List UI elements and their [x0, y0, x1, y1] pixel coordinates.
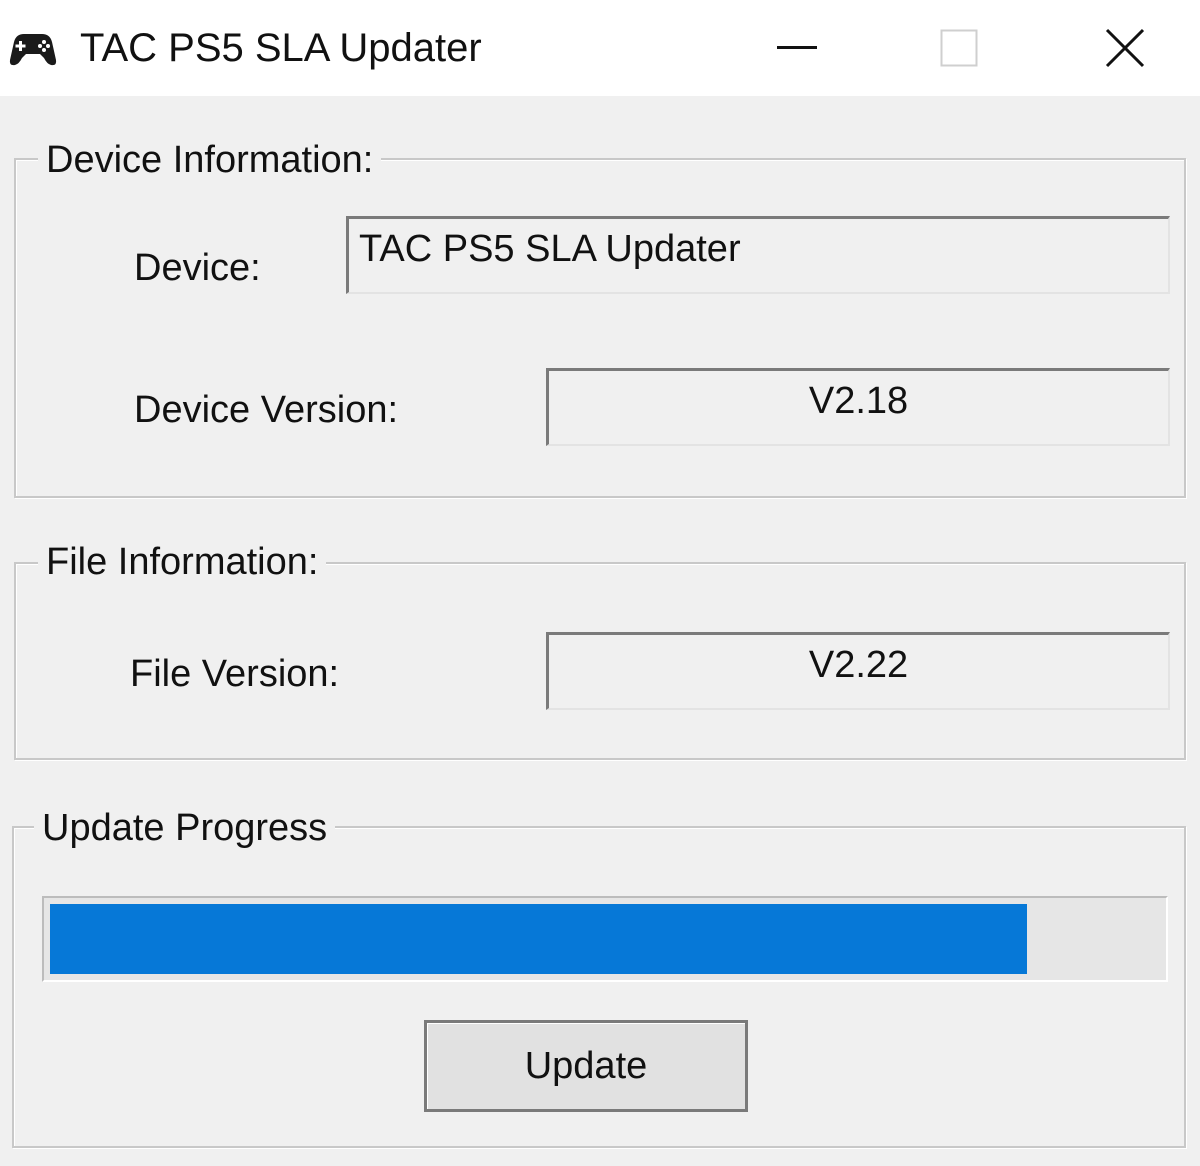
- title-bar[interactable]: TAC PS5 SLA Updater: [0, 0, 1200, 96]
- close-icon: [1105, 28, 1145, 68]
- minimize-icon: [777, 46, 817, 49]
- progress-bar: [42, 896, 1168, 982]
- window-title: TAC PS5 SLA Updater: [80, 26, 482, 70]
- file-version-label: File Version:: [130, 653, 340, 695]
- maximize-icon: [940, 29, 978, 67]
- minimize-button[interactable]: [722, 0, 872, 96]
- file-version-field: V2.22: [546, 632, 1170, 710]
- device-info-group: [14, 158, 1186, 498]
- gamepad-icon: [8, 28, 58, 68]
- device-label: Device:: [134, 247, 261, 289]
- file-info-legend: File Information:: [38, 540, 327, 584]
- close-button[interactable]: [1050, 0, 1200, 96]
- update-progress-legend: Update Progress: [34, 806, 336, 850]
- device-field: TAC PS5 SLA Updater: [346, 216, 1170, 294]
- device-version-field: V2.18: [546, 368, 1170, 446]
- update-button[interactable]: Update: [424, 1020, 748, 1112]
- maximize-button[interactable]: [884, 0, 1034, 96]
- device-info-legend: Device Information:: [38, 138, 382, 182]
- device-version-label: Device Version:: [134, 389, 399, 431]
- progress-bar-fill: [50, 904, 1027, 974]
